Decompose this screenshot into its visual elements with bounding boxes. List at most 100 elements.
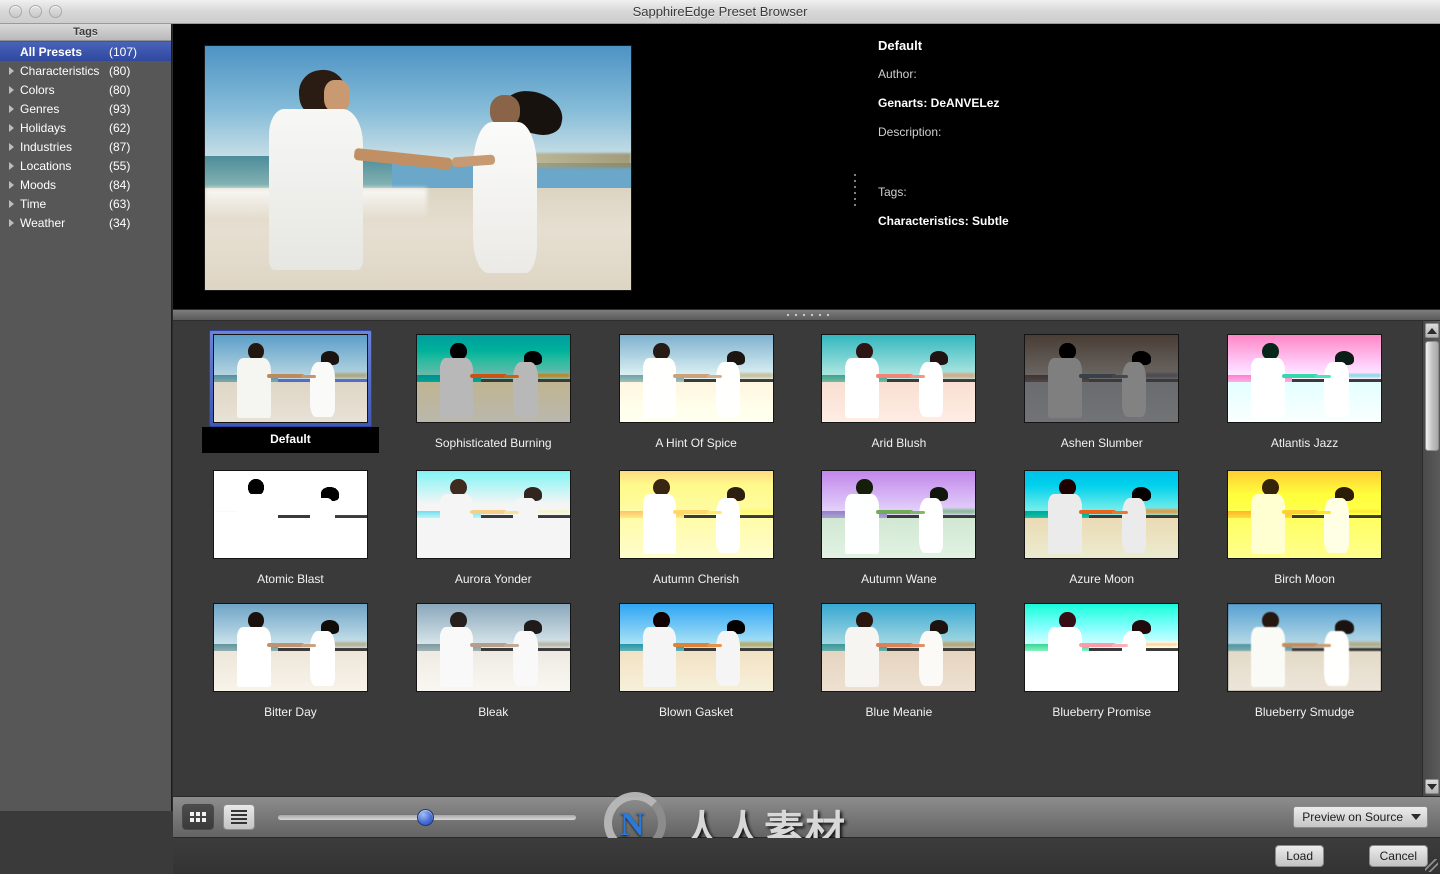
preset-label: Autumn Wane — [861, 572, 937, 586]
disclosure-triangle-icon[interactable] — [6, 103, 17, 114]
preset-cell[interactable]: Bleak — [392, 599, 595, 719]
preset-thumbnail-frame — [1020, 599, 1183, 696]
sidebar-item-locations[interactable]: Locations (55) — [0, 156, 171, 175]
preset-thumbnail — [821, 334, 977, 423]
sidebar-item-label: Moods — [20, 177, 57, 192]
preset-label: Birch Moon — [1274, 572, 1335, 586]
disclosure-triangle-icon[interactable] — [6, 198, 17, 209]
preset-cell[interactable]: Arid Blush — [797, 330, 1000, 453]
preset-cell[interactable]: Sophisticated Burning — [392, 330, 595, 453]
preset-cell[interactable]: Default — [189, 330, 392, 453]
preset-thumbnail-frame — [412, 330, 575, 427]
preset-cell[interactable]: Blown Gasket — [595, 599, 798, 719]
sidebar-item-label: Colors — [20, 82, 55, 97]
info-resize-grip[interactable] — [853, 172, 857, 208]
tags-label: Tags: — [878, 185, 907, 199]
preset-cell[interactable]: Birch Moon — [1203, 466, 1406, 586]
disclosure-triangle-icon[interactable] — [6, 141, 17, 152]
preset-cell[interactable]: Blue Meanie — [797, 599, 1000, 719]
preset-cell[interactable]: Azure Moon — [1000, 466, 1203, 586]
preview-panel: Default Author: Genarts: DeANVELez Descr… — [173, 24, 1440, 309]
chevron-down-icon — [1411, 814, 1421, 820]
grid-scrollbar[interactable] — [1422, 321, 1440, 796]
preset-cell[interactable]: Ashen Slumber — [1000, 330, 1203, 453]
preset-name: Default — [878, 38, 923, 53]
preset-cell[interactable]: Aurora Yonder — [392, 466, 595, 586]
preset-cell[interactable]: Blueberry Promise — [1000, 599, 1203, 719]
sidebar-item-count: (107) — [109, 44, 138, 59]
preset-cell[interactable]: Bitter Day — [189, 599, 392, 719]
cancel-button[interactable]: Cancel — [1368, 845, 1428, 867]
list-view-button[interactable] — [223, 804, 255, 830]
preset-cell[interactable]: Autumn Wane — [797, 466, 1000, 586]
preset-thumbnail-frame — [817, 466, 980, 563]
preview-mode-dropdown[interactable]: Preview on Source — [1293, 806, 1428, 828]
preset-label: Aurora Yonder — [454, 572, 532, 586]
scrollbar-thumb[interactable] — [1425, 341, 1439, 451]
sidebar-item-label: Locations — [20, 158, 72, 173]
preset-thumbnail — [1227, 334, 1383, 423]
author-value: Genarts: DeANVELez — [878, 96, 1000, 110]
preset-thumbnail-frame — [1223, 466, 1386, 563]
preset-thumbnail-frame — [615, 466, 778, 563]
resize-grip-icon[interactable] — [1425, 859, 1438, 872]
preset-thumbnail — [821, 470, 977, 559]
sidebar-item-count: (62) — [109, 120, 131, 135]
sidebar-item-moods[interactable]: Moods (84) — [0, 175, 171, 194]
thumbnail-size-slider[interactable] — [277, 806, 577, 828]
sidebar-item-colors[interactable]: Colors (80) — [0, 80, 171, 99]
disclosure-triangle-icon[interactable] — [6, 65, 17, 76]
preset-cell[interactable]: Atlantis Jazz — [1203, 330, 1406, 453]
sidebar-item-label: All Presets — [20, 44, 83, 59]
preset-label: Atomic Blast — [257, 572, 324, 586]
grid-view-button[interactable] — [182, 804, 214, 830]
disclosure-triangle-icon[interactable] — [6, 46, 17, 57]
sidebar-item-label: Holidays — [20, 120, 67, 135]
preset-cell[interactable]: Atomic Blast — [189, 466, 392, 586]
list-view-icon — [231, 810, 247, 824]
sidebar-item-genres[interactable]: Genres (93) — [0, 99, 171, 118]
horizontal-splitter[interactable] — [173, 309, 1440, 321]
sidebar-item-weather[interactable]: Weather (34) — [0, 213, 171, 232]
window-title: SapphireEdge Preset Browser — [632, 3, 808, 19]
sidebar-item-count: (80) — [109, 82, 131, 97]
sidebar-item-industries[interactable]: Industries (87) — [0, 137, 171, 156]
scroll-up-arrow-icon[interactable] — [1425, 323, 1439, 338]
sidebar-item-all-presets[interactable]: All Presets (107) — [0, 42, 171, 61]
preset-thumbnail-frame — [209, 599, 372, 696]
preset-thumbnail — [618, 334, 774, 423]
preset-label: Autumn Cherish — [653, 572, 740, 586]
preset-cell[interactable]: A Hint Of Spice — [595, 330, 798, 453]
preset-thumbnail — [1024, 470, 1180, 559]
sidebar-item-characteristics[interactable]: Characteristics (80) — [0, 61, 171, 80]
disclosure-triangle-icon[interactable] — [6, 179, 17, 190]
disclosure-triangle-icon[interactable] — [6, 84, 17, 95]
disclosure-triangle-icon[interactable] — [6, 160, 17, 171]
sidebar-item-holidays[interactable]: Holidays (62) — [0, 118, 171, 137]
preset-thumbnail-frame — [412, 599, 575, 696]
grid-view-icon — [190, 812, 206, 822]
sidebar-item-label: Time — [20, 196, 47, 211]
preset-cell[interactable]: Blueberry Smudge — [1203, 599, 1406, 719]
disclosure-triangle-icon[interactable] — [6, 217, 17, 228]
preset-label: Blue Meanie — [865, 705, 933, 719]
disclosure-triangle-icon[interactable] — [6, 122, 17, 133]
load-button[interactable]: Load — [1275, 845, 1324, 867]
preset-cell[interactable]: Autumn Cherish — [595, 466, 798, 586]
preset-thumbnail-frame — [208, 330, 372, 427]
sidebar-item-count: (34) — [109, 215, 131, 230]
slider-knob[interactable] — [417, 809, 434, 826]
preset-label: Blueberry Smudge — [1254, 705, 1355, 719]
preset-label: Bitter Day — [264, 705, 317, 719]
scroll-down-arrow-icon[interactable] — [1425, 779, 1439, 794]
preset-info: Default Author: Genarts: DeANVELez Descr… — [878, 38, 1418, 243]
preset-label: Sophisticated Burning — [434, 436, 552, 450]
sidebar-item-count: (80) — [109, 63, 131, 78]
preset-thumbnail-frame — [817, 330, 980, 427]
tags-sidebar: Tags All Presets (107) Characteristics (80)… — [0, 24, 172, 811]
preset-thumbnail — [415, 470, 571, 559]
preset-browser-window: SapphireEdge Preset Browser Tags All Pre… — [0, 0, 1440, 874]
preset-label: Default — [201, 427, 379, 453]
sidebar-item-time[interactable]: Time (63) — [0, 194, 171, 213]
sidebar-item-count: (93) — [109, 101, 131, 116]
